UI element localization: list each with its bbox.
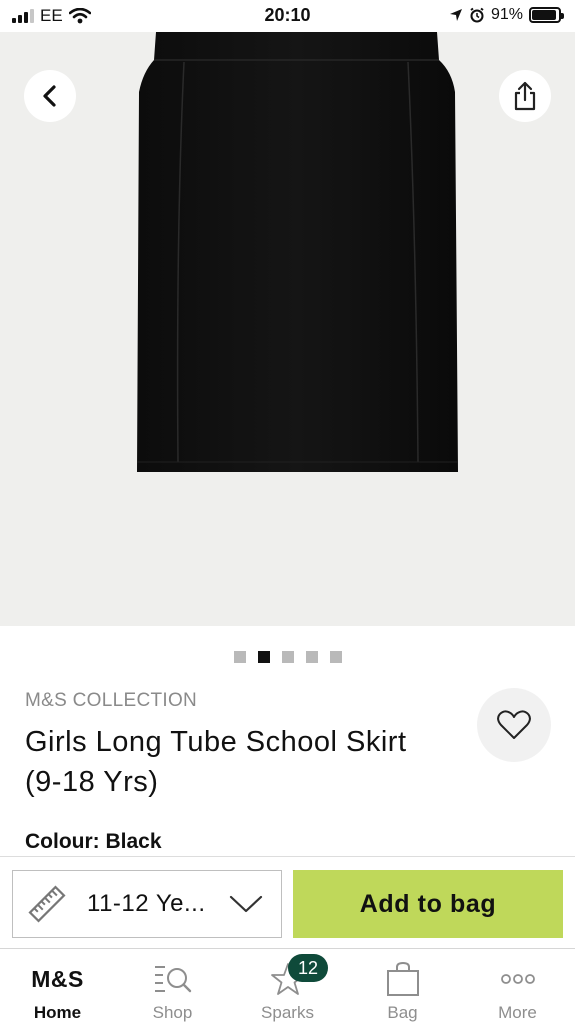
status-bar: EE 20:10 91% bbox=[0, 0, 575, 32]
product-title: Girls Long Tube School Skirt (9-18 Yrs) bbox=[25, 726, 407, 798]
product-image bbox=[137, 32, 458, 472]
size-dropdown[interactable]: 11-12 Ye... bbox=[12, 870, 282, 938]
size-value: 11-12 Ye... bbox=[87, 890, 206, 917]
gallery-pagination[interactable] bbox=[0, 651, 575, 663]
sparks-badge: 12 bbox=[288, 954, 328, 982]
status-right: 91% bbox=[449, 6, 564, 24]
shop-search-icon bbox=[154, 966, 191, 993]
tab-more[interactable]: More bbox=[460, 949, 575, 1024]
chevron-down-icon bbox=[229, 895, 263, 913]
ms-logo: M&S bbox=[31, 959, 84, 999]
purchase-bar: 11-12 Ye... Add to bag bbox=[0, 856, 575, 948]
pagination-dot[interactable] bbox=[329, 651, 342, 663]
pagination-dot[interactable] bbox=[233, 651, 246, 663]
share-button[interactable] bbox=[499, 70, 551, 122]
ruler-icon bbox=[28, 885, 66, 923]
tab-home-label: Home bbox=[33, 1003, 82, 1022]
pagination-dot[interactable] bbox=[281, 651, 294, 663]
tab-home[interactable]: M&S Home bbox=[0, 949, 115, 1024]
tab-sparks[interactable]: 12 Sparks bbox=[230, 949, 345, 1024]
battery-icon bbox=[529, 7, 564, 23]
pagination-dot[interactable] bbox=[305, 651, 318, 663]
share-icon bbox=[514, 81, 536, 111]
chevron-left-icon bbox=[43, 85, 56, 107]
tab-more-label: More bbox=[498, 1003, 537, 1022]
bag-icon bbox=[386, 961, 419, 996]
more-icon bbox=[500, 974, 535, 984]
location-icon bbox=[449, 9, 462, 21]
back-button[interactable] bbox=[24, 70, 76, 122]
tab-sparks-label: Sparks bbox=[261, 1003, 314, 1022]
ms-logo-text: M&S bbox=[31, 965, 84, 992]
heart-icon bbox=[497, 710, 531, 739]
product-brand: M&S COLLECTION bbox=[25, 690, 198, 711]
tab-shop-label: Shop bbox=[152, 1003, 193, 1022]
tab-shop[interactable]: Shop bbox=[115, 949, 230, 1024]
colour-label: Colour: Black bbox=[25, 830, 162, 853]
add-to-bag-button[interactable]: Add to bag bbox=[293, 870, 563, 938]
battery-percent: 91% bbox=[490, 6, 523, 23]
tab-bag-label: Bag bbox=[387, 1003, 418, 1022]
tab-bar: M&S Home Shop 12 Sparks Bag More bbox=[0, 948, 575, 1024]
product-image-gallery[interactable] bbox=[0, 32, 575, 626]
alarm-icon bbox=[470, 7, 484, 23]
tab-bag[interactable]: Bag bbox=[345, 949, 460, 1024]
pagination-dot[interactable] bbox=[257, 651, 270, 663]
wishlist-button[interactable] bbox=[477, 688, 551, 762]
